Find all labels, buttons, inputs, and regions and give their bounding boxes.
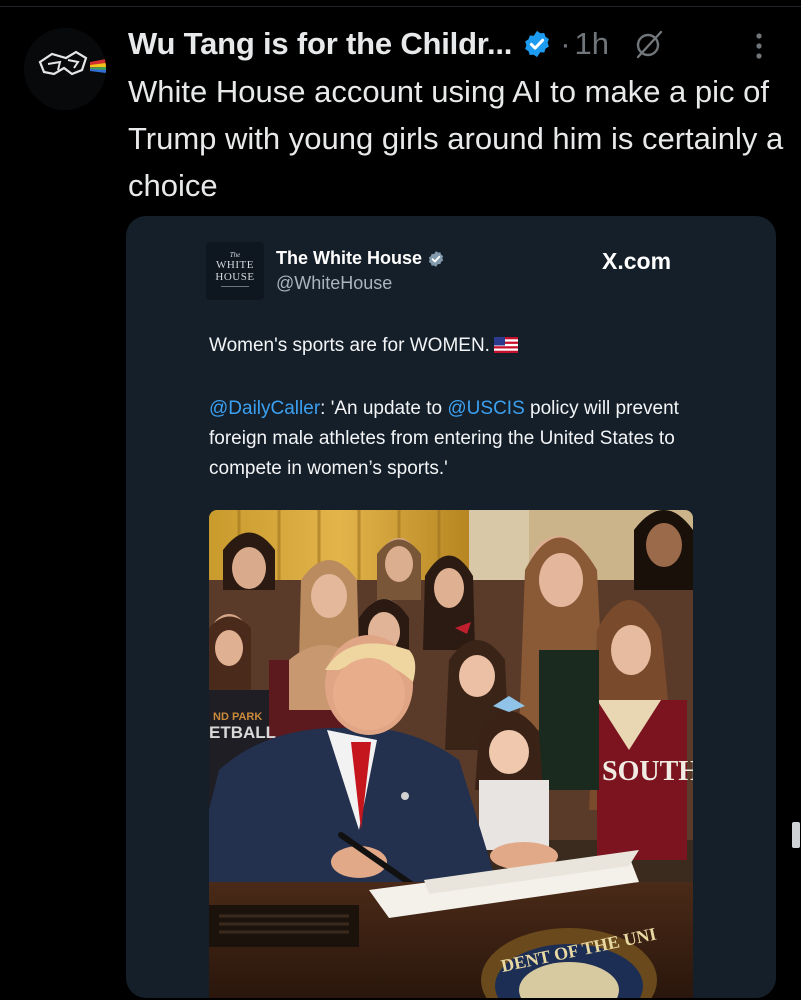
mention-link[interactable]: @USCIS xyxy=(447,398,524,419)
display-name[interactable]: Wu Tang is for the Childr... xyxy=(128,26,512,62)
source-logo: X.com xyxy=(602,248,672,274)
quoted-handle[interactable]: @WhiteHouse xyxy=(276,273,392,294)
post-header: Wu Tang is for the Childr... · 1h xyxy=(128,22,665,66)
shirt-text-1: ND PARK xyxy=(213,711,262,723)
verified-badge-icon[interactable] xyxy=(522,29,552,59)
scrollbar-thumb[interactable] xyxy=(792,822,800,848)
logo-text-line1: WHITE xyxy=(216,259,254,271)
embedded-post-card[interactable]: The WHITE HOUSE The White House @WhiteHo… xyxy=(126,216,776,998)
logo-divider xyxy=(221,286,249,287)
grok-icon[interactable] xyxy=(633,28,665,60)
quoted-tweet-quote: @DailyCaller: 'An update to @USCIS polic… xyxy=(209,394,709,484)
quoted-display-name[interactable]: The White House xyxy=(276,248,422,269)
verified-badge-icon xyxy=(428,250,444,267)
post-image[interactable]: ND PARK ETBALL SOUTH DENT OF THE UNI xyxy=(209,510,693,998)
white-house-logo[interactable]: The WHITE HOUSE xyxy=(206,242,264,300)
divider xyxy=(0,6,801,7)
logo-text-line2: HOUSE xyxy=(215,271,255,283)
us-flag-icon xyxy=(493,337,518,353)
wu-tang-logo-icon xyxy=(24,28,106,110)
shirt-text-2: ETBALL xyxy=(209,723,276,742)
more-options-icon[interactable] xyxy=(752,30,766,62)
avatar[interactable] xyxy=(24,28,106,110)
quoted-text-line: Women's sports are for WOMEN. xyxy=(209,335,490,356)
post-screen: Wu Tang is for the Childr... · 1h White … xyxy=(0,0,801,1000)
post-text: White House account using AI to make a p… xyxy=(128,74,784,203)
logo-text-the: The xyxy=(229,251,241,259)
quote-text: : 'An update to xyxy=(320,398,448,419)
jersey-text: SOUTH xyxy=(602,756,693,787)
oval-office-photo: ND PARK ETBALL SOUTH DENT OF THE UNI xyxy=(209,510,693,998)
timestamp[interactable]: 1h xyxy=(575,26,609,62)
mention-link[interactable]: @DailyCaller xyxy=(209,398,320,419)
quoted-post-text: Women's sports are for WOMEN. xyxy=(209,334,709,358)
separator: · xyxy=(560,26,571,61)
quoted-author: The White House xyxy=(276,248,445,269)
